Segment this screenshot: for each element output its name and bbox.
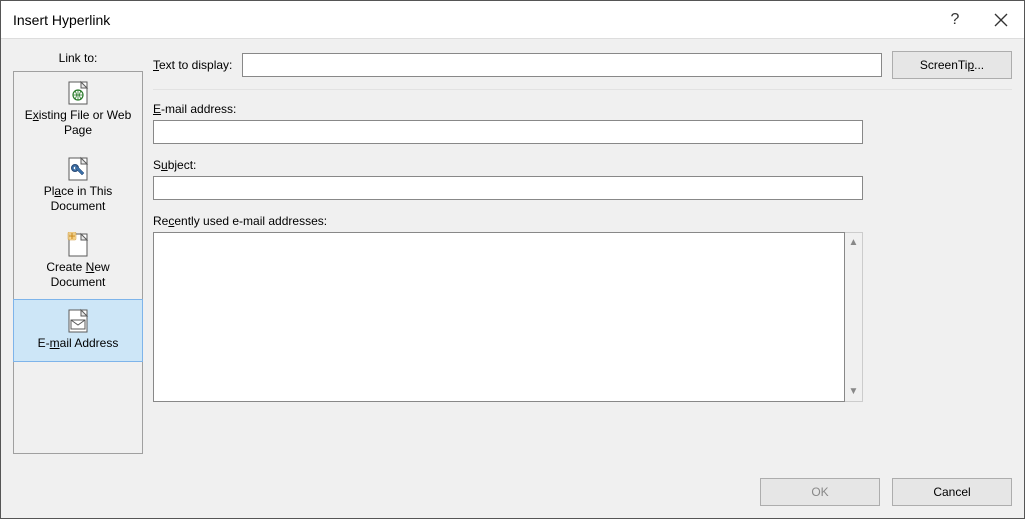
- email-address-label: E-mail address:: [153, 102, 1012, 116]
- sidebar-column: Link to: Existing File or Web Page Place…: [13, 51, 143, 454]
- web-page-icon: [18, 80, 138, 106]
- sidebar-item-create-new-document[interactable]: Create New Document: [14, 224, 142, 300]
- email-address-group: E-mail address:: [153, 102, 1012, 144]
- subject-label: Subject:: [153, 158, 1012, 172]
- main-panel: Text to display: ScreenTip... E-mail add…: [153, 51, 1012, 454]
- dialog-footer: OK Cancel: [1, 466, 1024, 518]
- scroll-down-icon[interactable]: ▼: [849, 386, 859, 397]
- sidebar-item-label: E-mail Address: [18, 336, 138, 351]
- email-icon: [18, 308, 138, 334]
- email-address-input[interactable]: [153, 120, 863, 144]
- help-button[interactable]: ?: [932, 1, 978, 39]
- sidebar-item-label: Existing File or Web Page: [18, 108, 138, 138]
- sidebar-item-existing-file[interactable]: Existing File or Web Page: [14, 72, 142, 148]
- sidebar-item-place-in-document[interactable]: Place in This Document: [14, 148, 142, 224]
- subject-group: Subject:: [153, 158, 1012, 200]
- text-to-display-input[interactable]: [242, 53, 882, 77]
- recent-label: Recently used e-mail addresses:: [153, 214, 1012, 228]
- sidebar-item-label: Place in This Document: [18, 184, 138, 214]
- recent-listbox-wrap: ▲ ▼: [153, 232, 863, 402]
- sidebar-item-label: Create New Document: [18, 260, 138, 290]
- close-button[interactable]: [978, 1, 1024, 39]
- sidebar-item-email-address[interactable]: E-mail Address: [13, 299, 143, 362]
- close-icon: [994, 13, 1008, 27]
- bookmark-icon: [18, 156, 138, 182]
- recent-group: Recently used e-mail addresses: ▲ ▼: [153, 214, 1012, 402]
- dialog-title: Insert Hyperlink: [13, 12, 932, 28]
- cancel-button[interactable]: Cancel: [892, 478, 1012, 506]
- screentip-button[interactable]: ScreenTip...: [892, 51, 1012, 79]
- link-to-sidebar: Existing File or Web Page Place in This …: [13, 71, 143, 454]
- insert-hyperlink-dialog: Insert Hyperlink ? Link to: Existing Fil…: [0, 0, 1025, 519]
- recent-scrollbar[interactable]: ▲ ▼: [845, 232, 863, 402]
- scroll-up-icon[interactable]: ▲: [849, 237, 859, 248]
- text-to-display-row: Text to display: ScreenTip...: [153, 51, 1012, 90]
- recent-listbox[interactable]: [153, 232, 845, 402]
- text-to-display-label: Text to display:: [153, 58, 232, 72]
- ok-button[interactable]: OK: [760, 478, 880, 506]
- subject-input[interactable]: [153, 176, 863, 200]
- link-to-label: Link to:: [13, 51, 143, 71]
- new-document-icon: [18, 232, 138, 258]
- dialog-body: Link to: Existing File or Web Page Place…: [1, 39, 1024, 466]
- titlebar: Insert Hyperlink ?: [1, 1, 1024, 39]
